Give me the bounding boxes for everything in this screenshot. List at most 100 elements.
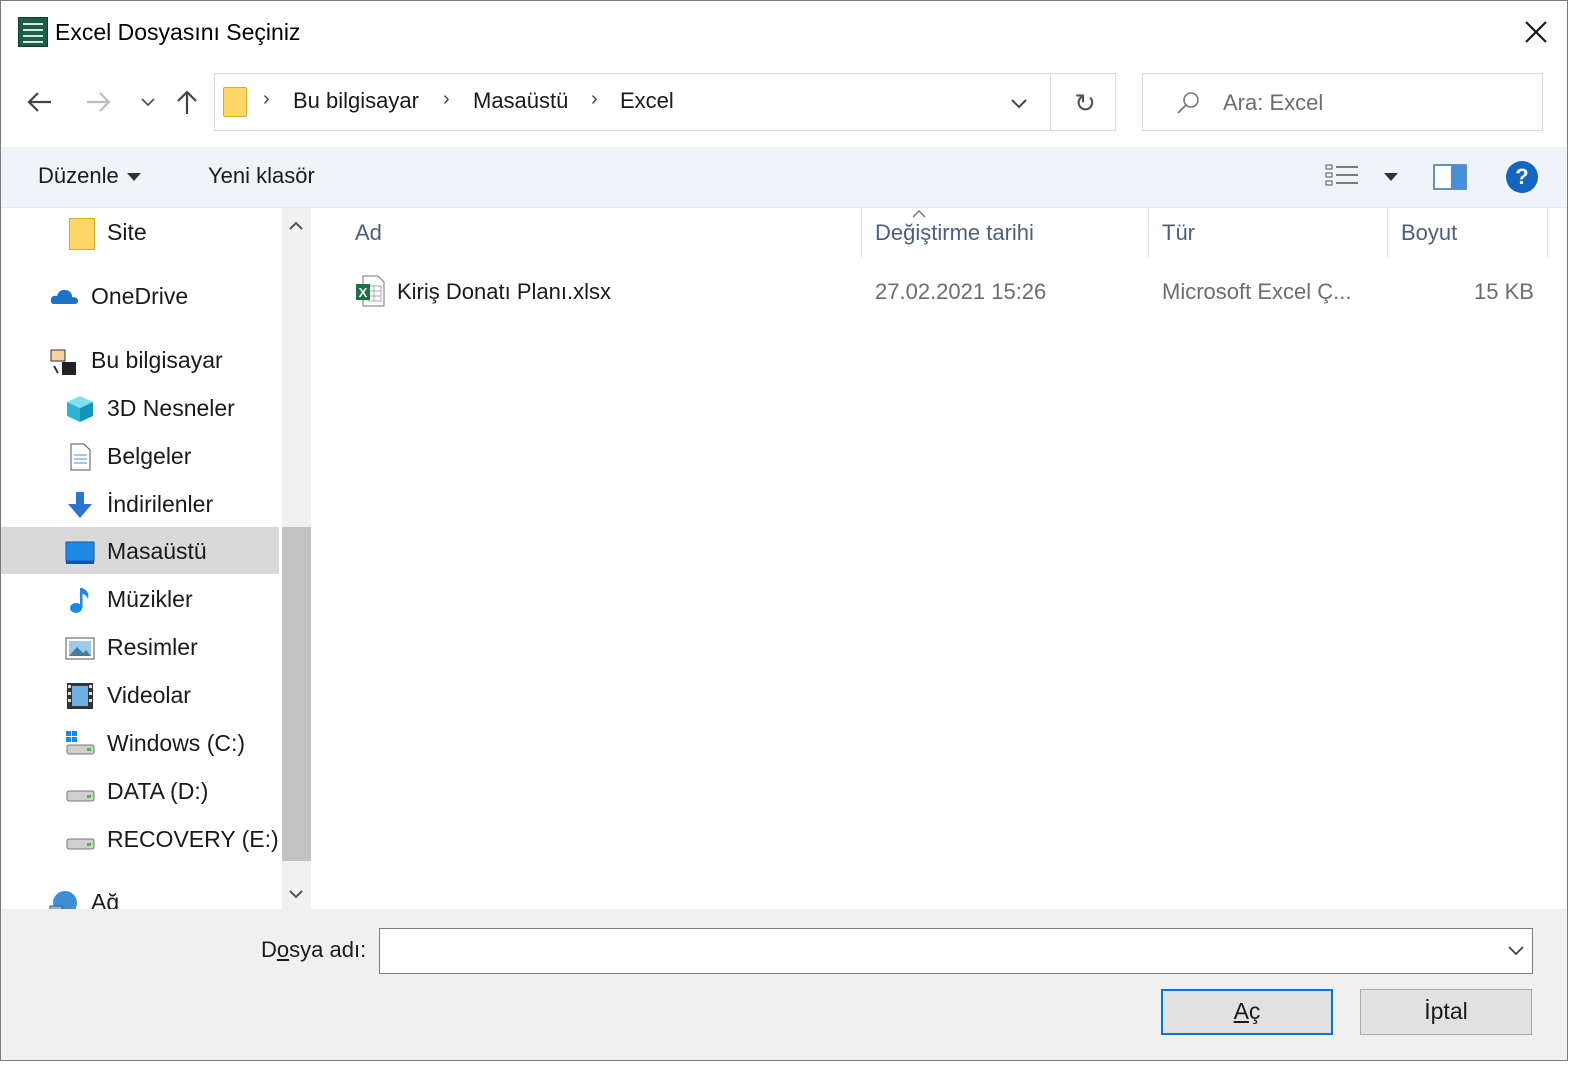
music-icon bbox=[70, 588, 89, 613]
view-options-chevron-icon[interactable] bbox=[1384, 173, 1398, 181]
cancel-button[interactable]: İptal bbox=[1360, 989, 1532, 1035]
column-header-name[interactable]: Ad bbox=[355, 220, 382, 246]
nav-item-drive-c[interactable]: Windows (C:) bbox=[1, 719, 279, 766]
file-row[interactable]: X Kiriş Donatı Planı.xlsx 27.02.2021 15:… bbox=[317, 268, 1547, 312]
filename-input[interactable] bbox=[379, 928, 1533, 974]
view-details-icon[interactable] bbox=[1325, 163, 1359, 189]
title-bar: Excel Dosyasını Seçiniz bbox=[1, 1, 1567, 65]
filename-dropdown-icon[interactable] bbox=[1505, 943, 1527, 959]
breadcrumb-separator-icon: › bbox=[591, 88, 598, 110]
nav-item-desktop[interactable]: Masaüstü bbox=[1, 527, 279, 574]
nav-item-pictures[interactable]: Resimler bbox=[1, 623, 279, 670]
nav-item-label: 3D Nesneler bbox=[107, 395, 235, 421]
address-dropdown-icon[interactable] bbox=[1007, 91, 1031, 115]
breadcrumb-this-pc[interactable]: Bu bilgisayar bbox=[293, 88, 419, 114]
command-bar: Düzenle Yeni klasör ? bbox=[1, 147, 1567, 208]
file-size: 15 KB bbox=[1474, 279, 1534, 304]
column-header-modified[interactable]: Değiştirme tarihi bbox=[875, 220, 1034, 246]
breadcrumb-excel[interactable]: Excel bbox=[620, 88, 674, 114]
chevron-down-icon bbox=[126, 173, 141, 182]
computer-icon bbox=[50, 349, 76, 375]
pictures-icon bbox=[65, 637, 95, 660]
cube-icon bbox=[67, 396, 93, 422]
nav-scrollbar-thumb[interactable] bbox=[282, 527, 311, 861]
open-button[interactable]: Aç bbox=[1161, 989, 1333, 1035]
app-icon bbox=[18, 17, 48, 47]
scroll-down-icon[interactable] bbox=[285, 883, 307, 905]
column-divider[interactable] bbox=[1148, 208, 1149, 258]
drive-icon bbox=[66, 790, 95, 802]
search-box[interactable]: Ara: Excel bbox=[1142, 73, 1543, 131]
breadcrumb-separator-icon: › bbox=[443, 88, 450, 110]
nav-item-videos[interactable]: Videolar bbox=[1, 671, 279, 718]
breadcrumb-desktop[interactable]: Masaüstü bbox=[473, 88, 568, 114]
folder-icon bbox=[69, 218, 95, 250]
preview-pane-icon[interactable] bbox=[1433, 164, 1467, 190]
svg-text:X: X bbox=[359, 285, 368, 300]
new-folder-button[interactable]: Yeni klasör bbox=[208, 163, 315, 189]
file-list: Ad Değiştirme tarihi Tür Boyut X Kiriş D… bbox=[317, 208, 1567, 909]
refresh-icon[interactable]: ↻ bbox=[1070, 88, 1100, 118]
nav-item-this-pc[interactable]: Bu bilgisayar bbox=[1, 336, 279, 383]
nav-item-label: Windows (C:) bbox=[107, 730, 246, 756]
back-arrow-icon[interactable] bbox=[25, 87, 55, 117]
nav-item-label: İndirilenler bbox=[107, 491, 214, 517]
search-icon bbox=[1177, 92, 1199, 114]
file-open-dialog: Excel Dosyasını Seçiniz › Bu bilgisayar … bbox=[0, 0, 1568, 1061]
excel-file-icon: X bbox=[356, 275, 385, 307]
nav-item-label: OneDrive bbox=[91, 283, 189, 309]
nav-item-label: DATA (D:) bbox=[107, 778, 209, 804]
close-icon[interactable] bbox=[1521, 15, 1551, 49]
filename-label: Dosya adı: bbox=[261, 937, 367, 962]
cloud-icon bbox=[50, 289, 78, 304]
address-bar[interactable]: › Bu bilgisayar › Masaüstü › Excel ↻ bbox=[214, 73, 1116, 131]
nav-item-drive-d[interactable]: DATA (D:) bbox=[1, 767, 279, 814]
dialog-title: Excel Dosyasını Seçiniz bbox=[55, 19, 301, 45]
video-icon bbox=[67, 683, 93, 709]
nav-item-network[interactable]: Ağ bbox=[1, 878, 279, 909]
nav-item-documents[interactable]: Belgeler bbox=[1, 432, 279, 479]
navigation-pane: Site OneDrive Bu bilgisayar 3D Nesneler … bbox=[1, 208, 311, 909]
nav-item-label: Bu bilgisayar bbox=[91, 347, 223, 373]
nav-item-label: Resimler bbox=[107, 634, 198, 660]
column-header-size[interactable]: Boyut bbox=[1401, 220, 1457, 246]
bottom-panel: Dosya adı: Aç İptal bbox=[1, 909, 1567, 1060]
drive-icon bbox=[66, 838, 95, 850]
nav-item-label: Belgeler bbox=[107, 443, 192, 469]
nav-item-label: Site bbox=[107, 219, 147, 245]
file-name: Kiriş Donatı Planı.xlsx bbox=[397, 279, 611, 304]
folder-icon bbox=[223, 87, 247, 117]
nav-item-downloads[interactable]: İndirilenler bbox=[1, 480, 279, 527]
nav-item-site[interactable]: Site bbox=[1, 208, 279, 255]
document-icon bbox=[70, 443, 91, 471]
organize-button[interactable]: Düzenle bbox=[38, 163, 141, 189]
column-divider[interactable] bbox=[1387, 208, 1388, 258]
download-icon bbox=[68, 492, 92, 518]
nav-item-label: Ağ bbox=[91, 889, 120, 909]
column-divider[interactable] bbox=[1547, 208, 1548, 258]
scroll-up-icon[interactable] bbox=[285, 215, 307, 237]
nav-item-label: Videolar bbox=[107, 682, 191, 708]
windows-drive-icon bbox=[66, 731, 95, 755]
help-icon[interactable]: ? bbox=[1506, 161, 1538, 193]
column-header-type[interactable]: Tür bbox=[1162, 220, 1195, 246]
nav-item-3d-objects[interactable]: 3D Nesneler bbox=[1, 384, 279, 431]
file-modified: 27.02.2021 15:26 bbox=[875, 279, 1047, 304]
search-placeholder: Ara: Excel bbox=[1223, 90, 1324, 115]
forward-arrow-icon[interactable] bbox=[83, 87, 113, 117]
up-arrow-icon[interactable] bbox=[172, 87, 202, 117]
column-divider[interactable] bbox=[861, 208, 862, 258]
file-type: Microsoft Excel Ç... bbox=[1162, 279, 1352, 304]
nav-item-label: Müzikler bbox=[107, 586, 193, 612]
sort-ascending-icon bbox=[912, 209, 926, 218]
desktop-icon bbox=[65, 541, 95, 564]
nav-item-onedrive[interactable]: OneDrive bbox=[1, 272, 279, 319]
network-icon bbox=[49, 891, 77, 909]
breadcrumb-separator-icon: › bbox=[263, 88, 270, 110]
nav-item-drive-e[interactable]: RECOVERY (E:) bbox=[1, 815, 279, 862]
recent-locations-chevron-icon[interactable] bbox=[133, 87, 163, 117]
nav-item-music[interactable]: Müzikler bbox=[1, 575, 279, 622]
nav-item-label: Masaüstü bbox=[107, 538, 207, 564]
nav-item-label: RECOVERY (E:) bbox=[107, 826, 279, 852]
divider bbox=[1050, 74, 1051, 130]
